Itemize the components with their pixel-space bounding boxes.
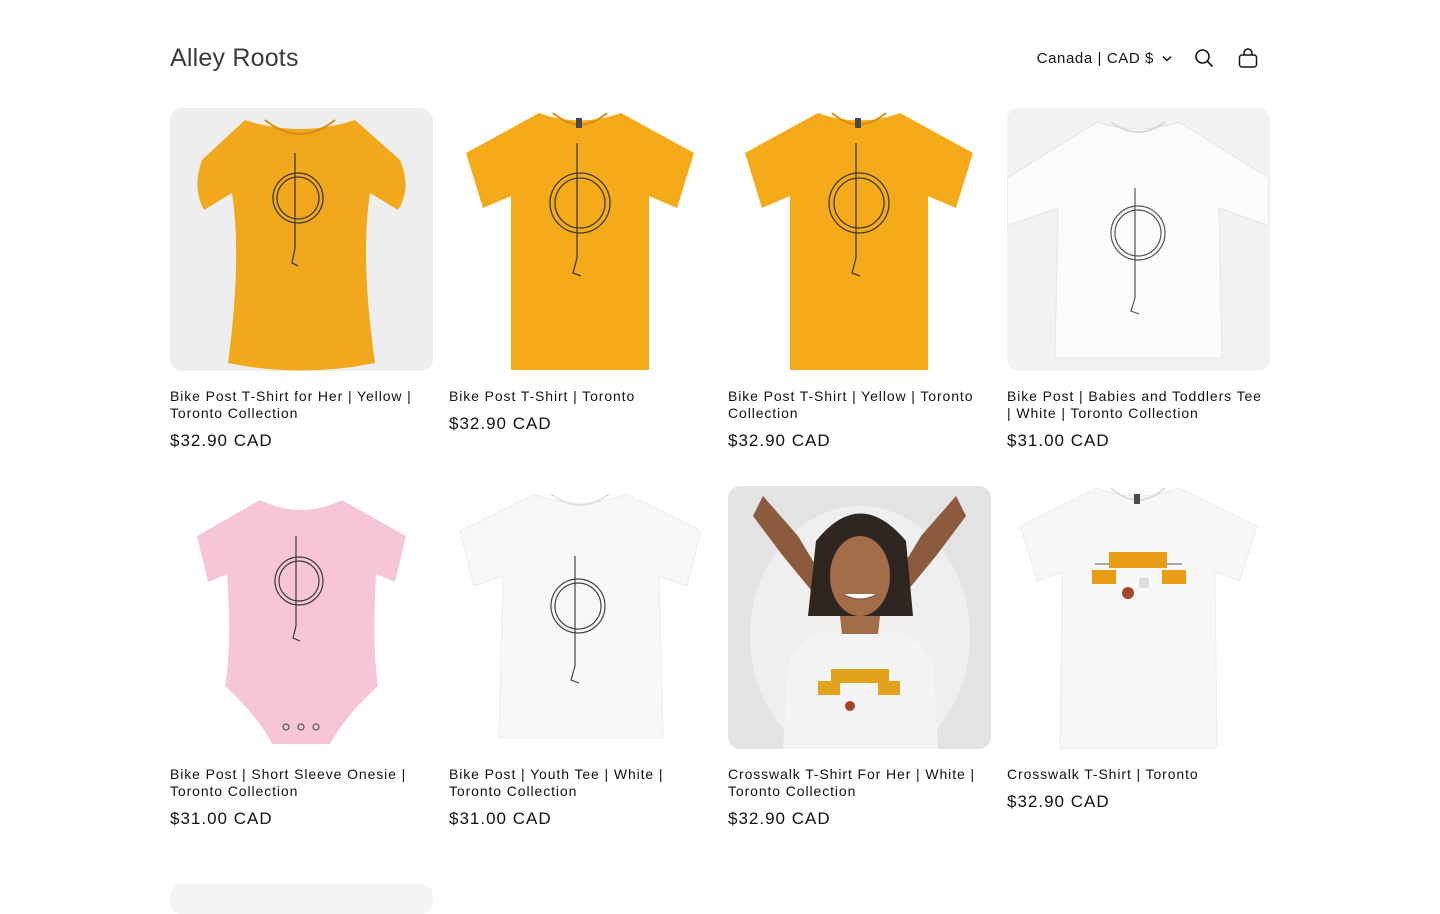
- product-price: $31.00 CAD: [170, 809, 273, 828]
- product-card[interactable]: Bike Post | Short Sleeve Onesie | Toront…: [170, 486, 433, 864]
- product-price: $32.90 CAD: [1007, 792, 1110, 811]
- product-card[interactable]: Crosswalk T-Shirt For Her | White | Toro…: [728, 486, 991, 864]
- product-card[interactable]: Bike Post T-Shirt | Toronto $32.90 CAD: [449, 108, 712, 486]
- product-price: $32.90 CAD: [170, 431, 273, 450]
- product-title[interactable]: Bike Post | Youth Tee | White | Toronto …: [449, 766, 712, 800]
- product-card[interactable]: Bike Post T-Shirt for Her | Yellow | Tor…: [170, 108, 433, 486]
- product-title[interactable]: Crosswalk T-Shirt | Toronto: [1007, 766, 1270, 783]
- search-icon: [1195, 49, 1214, 68]
- product-price: $31.00 CAD: [1007, 431, 1110, 450]
- store-logo[interactable]: Alley Roots: [170, 44, 299, 73]
- product-title[interactable]: Bike Post T-Shirt for Her | Yellow | Tor…: [170, 388, 433, 422]
- product-image[interactable]: [170, 108, 433, 371]
- chevron-down-icon: [1162, 55, 1172, 62]
- search-button[interactable]: [1182, 36, 1226, 80]
- site-header: Alley Roots Canada | CAD $: [170, 30, 1270, 86]
- product-image[interactable]: [728, 486, 991, 749]
- product-title[interactable]: Bike Post T-Shirt | Yellow | Toronto Col…: [728, 388, 991, 422]
- product-image[interactable]: [449, 108, 712, 371]
- product-card[interactable]: Bike Post | Youth Tee | White | Toronto …: [449, 486, 712, 864]
- product-image[interactable]: [449, 486, 712, 749]
- product-image[interactable]: [728, 108, 991, 371]
- product-title[interactable]: Bike Post T-Shirt | Toronto: [449, 388, 712, 405]
- header-actions: Canada | CAD $: [1037, 36, 1270, 80]
- product-price: $32.90 CAD: [728, 431, 831, 450]
- cart-icon: [1238, 48, 1258, 68]
- product-card[interactable]: Bike Post T-Shirt | Yellow | Toronto Col…: [728, 108, 991, 486]
- product-image[interactable]: [170, 884, 433, 914]
- product-price: $32.90 CAD: [449, 414, 552, 433]
- product-image[interactable]: [1007, 108, 1270, 371]
- product-card[interactable]: Crosswalk T-Shirt | Toronto $32.90 CAD: [1007, 486, 1270, 864]
- country-currency-selector[interactable]: Canada | CAD $: [1037, 50, 1172, 67]
- cart-button[interactable]: [1226, 36, 1270, 80]
- product-title[interactable]: Crosswalk T-Shirt For Her | White | Toro…: [728, 766, 991, 800]
- product-grid: Bike Post T-Shirt for Her | Yellow | Tor…: [170, 108, 1270, 864]
- product-title[interactable]: Bike Post | Short Sleeve Onesie | Toront…: [170, 766, 433, 800]
- product-image[interactable]: [1007, 486, 1270, 749]
- product-title[interactable]: Bike Post | Babies and Toddlers Tee | Wh…: [1007, 388, 1270, 422]
- product-image[interactable]: [170, 486, 433, 749]
- product-card[interactable]: Bike Post | Babies and Toddlers Tee | Wh…: [1007, 108, 1270, 486]
- product-price: $32.90 CAD: [728, 809, 831, 828]
- product-price: $31.00 CAD: [449, 809, 552, 828]
- currency-label: Canada | CAD $: [1036, 49, 1154, 67]
